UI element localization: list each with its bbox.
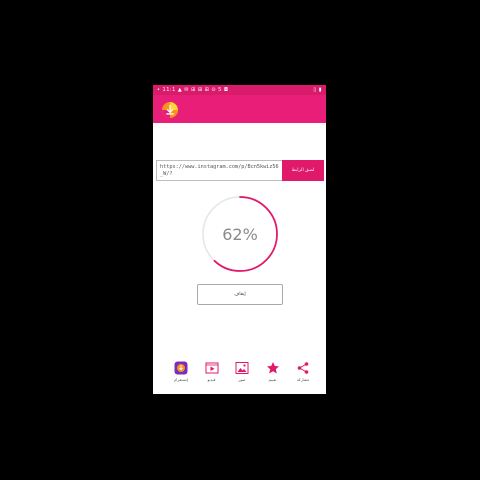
nav-item-video[interactable]: فيديو — [198, 361, 226, 385]
nav-item-share[interactable]: مشاركة — [289, 361, 317, 385]
app-bar — [153, 95, 326, 123]
status-bar: • 11:1 ▲ ✉ ⊞ ⊞ ⊞ ⊙ 5 ◘ ▯ ▮ — [153, 85, 326, 95]
stop-button[interactable]: إيقاف — [197, 284, 283, 305]
nav-item-images[interactable]: صور — [228, 361, 256, 385]
instagram-icon — [174, 361, 188, 375]
progress-percent: 62% — [222, 224, 258, 244]
nav-item-rate[interactable]: تقييم — [259, 361, 287, 385]
status-bar-right: ▯ ▮ — [313, 87, 322, 93]
nav-label: فيديو — [207, 377, 216, 382]
status-bar-left: • 11:1 ▲ ✉ ⊞ ⊞ ⊞ ⊙ 5 ◘ — [157, 87, 229, 93]
app-logo-icon[interactable] — [162, 102, 178, 118]
phone-screen: • 11:1 ▲ ✉ ⊞ ⊞ ⊞ ⊙ 5 ◘ ▯ ▮ https://www.i… — [153, 85, 326, 394]
star-icon — [266, 361, 280, 375]
nav-label: صور — [238, 377, 246, 382]
image-icon — [235, 361, 249, 375]
video-icon — [205, 361, 219, 375]
nav-label: إنستقرام — [173, 377, 189, 382]
nav-label: تقييم — [268, 377, 277, 382]
url-row: https://www.instagram.com/p/Bcn5kwiz56_W… — [156, 160, 324, 181]
download-progress: 62% — [200, 194, 280, 274]
nav-label: مشاركة — [296, 377, 310, 382]
nav-item-instagram[interactable]: إنستقرام — [167, 361, 195, 385]
bottom-nav: إنستقرام فيديو صور تقييم مشاركة — [167, 361, 317, 385]
share-icon — [296, 361, 310, 375]
paste-link-button[interactable]: لصق الرابط — [282, 160, 324, 181]
url-input[interactable]: https://www.instagram.com/p/Bcn5kwiz56_W… — [156, 160, 282, 181]
